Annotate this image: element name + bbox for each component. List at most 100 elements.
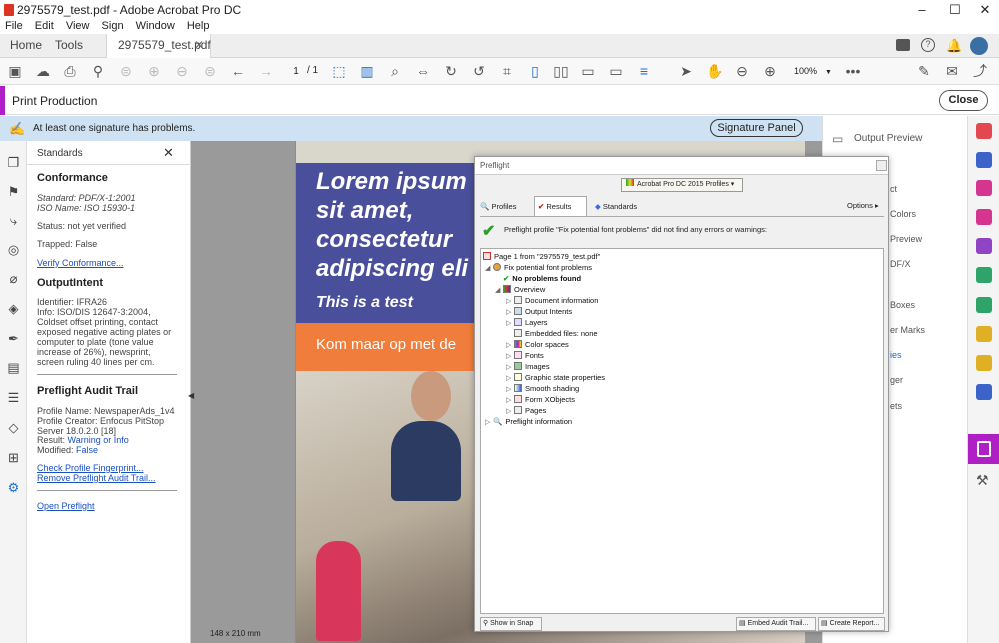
close-window-button[interactable]: ✕ (970, 0, 999, 20)
close-panel-icon[interactable]: ✕ (163, 145, 174, 161)
tree-arrow[interactable]: ◢ (495, 285, 503, 296)
prev-page-icon[interactable]: ⊕ (146, 63, 162, 79)
tree-row-profile[interactable]: ◢ Fix potential font problems (485, 262, 592, 273)
link-icon[interactable]: ⤷ (6, 213, 21, 228)
page-input[interactable]: 1 (286, 64, 306, 79)
content-icon[interactable]: ⊞ (6, 450, 21, 465)
tree-row-pages[interactable]: ▷ Pages (506, 405, 546, 416)
tree-row-smooth-shading[interactable]: ▷ Smooth shading (506, 383, 579, 394)
right-item-marks[interactable]: er Marks (890, 325, 925, 335)
share-icon[interactable]: ⤴ (972, 63, 988, 79)
organize-pages-icon[interactable] (976, 209, 992, 225)
layers-icon[interactable]: ◈ (6, 301, 21, 316)
sign-icon[interactable]: ✎ (916, 63, 932, 79)
menu-file[interactable]: File (5, 20, 23, 32)
send-review-icon[interactable] (976, 326, 992, 342)
menu-edit[interactable]: Edit (35, 20, 54, 32)
tree-arrow[interactable]: ▷ (485, 417, 493, 428)
tree-row-overview[interactable]: ◢ Overview (495, 284, 545, 295)
avatar[interactable] (970, 37, 988, 55)
create-report-button[interactable]: ▤ Create Report... (818, 617, 885, 631)
attachment-icon[interactable]: ⌀ (6, 271, 21, 286)
display-icon[interactable]: ▭ (608, 63, 624, 79)
tree-arrow[interactable]: ▷ (506, 318, 514, 329)
signature-icon[interactable]: ✒ (6, 331, 21, 346)
order-icon[interactable]: ☰ (6, 390, 21, 405)
right-item-ets[interactable]: ets (890, 401, 902, 411)
export-pdf-icon[interactable] (976, 180, 992, 196)
tab-results[interactable]: ✔ Results (534, 196, 587, 217)
rotate-cw-icon[interactable]: ↻ (443, 63, 459, 79)
edit-pdf-icon[interactable] (976, 152, 992, 168)
tab-home[interactable]: Home (10, 34, 42, 58)
bell-icon[interactable]: 🔔 (946, 38, 962, 54)
tree-row-embedded-files[interactable]: Embedded files: none (514, 328, 598, 339)
collapse-panel-icon[interactable]: ◀ (188, 391, 194, 400)
signature-panel-button[interactable]: Signature Panel (710, 119, 803, 137)
remove-audit-trail-link[interactable]: Remove Preflight Audit Trail... (37, 473, 156, 483)
close-tab-icon[interactable]: ✕ (194, 34, 204, 56)
tree-row-no-problems[interactable]: ✔ No problems found (503, 273, 581, 284)
tree-row-preflight-info[interactable]: ▷ 🔍 Preflight information (485, 416, 572, 427)
more-icon[interactable]: ••• (845, 63, 861, 79)
right-item-ct[interactable]: ct (890, 184, 897, 194)
select-area-icon[interactable]: ⬚ (331, 63, 347, 79)
right-item-output-preview[interactable]: Output Preview (854, 133, 922, 144)
mail-icon[interactable]: ✉ (944, 63, 960, 79)
tab-profiles[interactable]: 🔍 Profiles (480, 199, 530, 215)
scroll-up-icon[interactable]: ⊜ (118, 63, 134, 79)
search-icon[interactable]: ⚲ (90, 63, 106, 79)
close-button[interactable]: Close (939, 90, 988, 111)
find-icon[interactable]: ⌕ (387, 63, 403, 79)
pages-icon[interactable]: ❐ (6, 155, 21, 170)
fill-sign-icon[interactable] (976, 238, 992, 254)
right-item-ies[interactable]: ies (890, 350, 902, 360)
hand-icon[interactable]: ✋ (706, 63, 723, 79)
scan-icon[interactable] (976, 297, 992, 313)
comment-icon[interactable] (896, 39, 910, 51)
save-icon[interactable]: ▣ (7, 63, 23, 79)
tree-row-page[interactable]: Page 1 from "2975579_test.pdf" (483, 251, 600, 262)
tree-row-form-xobjects[interactable]: ▷ Form XObjects (506, 394, 575, 405)
tree-row-document-info[interactable]: ▷ Document information (506, 295, 598, 306)
crop-icon[interactable]: ⌗ (499, 63, 515, 79)
show-in-snap-button[interactable]: ⚲ Show in Snap (480, 617, 542, 631)
tree-row-graphic-state[interactable]: ▷ Graphic state properties (506, 372, 605, 383)
protect-icon[interactable] (976, 384, 992, 400)
print-production-tool-active[interactable] (968, 434, 999, 464)
tree-row-color-spaces[interactable]: ▷ Color spaces (506, 339, 569, 350)
cursor-icon[interactable]: ➤ (678, 63, 694, 79)
tree-row-images[interactable]: ▷ Images (506, 361, 550, 372)
minimize-button[interactable]: – (907, 0, 937, 20)
next-page-icon[interactable]: ⊖ (174, 63, 190, 79)
help-icon[interactable]: ? (921, 38, 935, 52)
spread-icon[interactable]: ▭ (580, 63, 596, 79)
tab-document[interactable]: 2975579_test.pdf ✕ (106, 34, 211, 58)
lines-icon[interactable]: ≡ (636, 63, 652, 79)
maximize-button[interactable]: ☐ (940, 0, 970, 20)
menu-view[interactable]: View (66, 20, 90, 32)
two-page-icon[interactable]: ▯▯ (553, 63, 569, 79)
combine-files-icon[interactable] (976, 267, 992, 283)
embed-audit-trail-button[interactable]: ▤ Embed Audit Trail... (736, 617, 816, 631)
page-display-icon[interactable]: ▥ (359, 63, 375, 79)
options-menu[interactable]: Options ▸ (847, 201, 879, 210)
right-item-preview[interactable]: Preview (890, 234, 922, 244)
page-icon[interactable]: ▯ (527, 63, 543, 79)
document-icon[interactable]: ▤ (6, 360, 21, 375)
upload-icon[interactable]: ☁ (35, 63, 51, 79)
zoom-out-icon[interactable]: ⊖ (734, 63, 750, 79)
back-icon[interactable]: ← (230, 63, 246, 79)
dialog-close-icon[interactable] (876, 160, 887, 171)
comment-tool-icon[interactable] (976, 355, 992, 371)
tree-arrow[interactable]: ◢ (485, 263, 493, 274)
create-pdf-icon[interactable] (976, 123, 992, 139)
print-icon[interactable]: ⎙ (62, 63, 78, 79)
fit-width-icon[interactable]: ⇔ (415, 63, 431, 79)
profile-library-select[interactable]: Acrobat Pro DC 2015 Profiles ▾ (621, 178, 743, 192)
zoom-select[interactable]: 100% ▼ (788, 63, 832, 79)
tab-standards[interactable]: ◆ Standards (595, 199, 655, 215)
tree-row-output-intents[interactable]: ▷ Output Intents (506, 306, 572, 317)
rotate-ccw-icon[interactable]: ↺ (471, 63, 487, 79)
standards-icon[interactable]: ⚙ (6, 480, 21, 495)
